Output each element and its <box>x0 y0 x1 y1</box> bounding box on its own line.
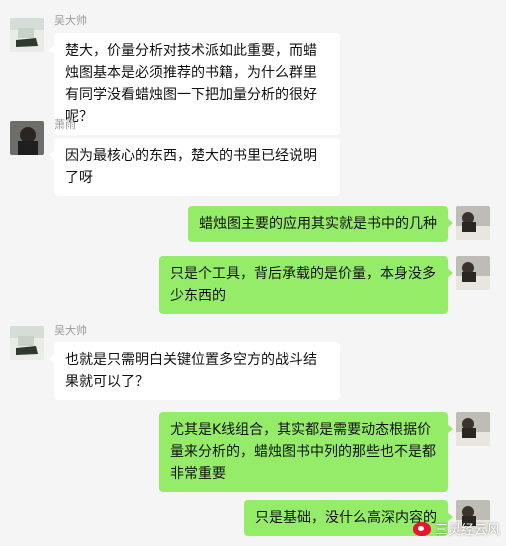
weibo-icon <box>412 521 431 536</box>
avatar-image <box>10 326 44 360</box>
watermark-text: 三灵经云风 <box>434 523 500 538</box>
sender-name: 吴大帅 <box>54 324 87 337</box>
avatar-image <box>10 18 44 52</box>
avatar-wudashuai[interactable] <box>10 326 44 360</box>
avatar-self[interactable] <box>456 256 490 290</box>
avatar-image <box>456 256 490 290</box>
avatar-self[interactable] <box>456 206 490 240</box>
avatar-wudashuai[interactable] <box>10 18 44 52</box>
message-bubble[interactable]: 尤其是K线组合，其实都是需要动态根据价量来分析的，蜡烛图书中列的那些也不是都非常… <box>159 412 453 492</box>
message-bubble[interactable]: 因为最核心的东西，楚大的书里已经说明了呀 <box>49 138 340 196</box>
avatar-image <box>10 121 44 155</box>
message-bubble[interactable]: 蜡烛图主要的应用其实就是书中的几种 <box>188 206 453 242</box>
message-bubble[interactable]: 只是个工具，背后承载的是价量，本身没多少东西的 <box>159 256 453 314</box>
avatar-image <box>456 412 490 446</box>
watermark: 三灵经云风 <box>412 519 500 538</box>
sender-name: 萧雨 <box>54 118 76 131</box>
message-bubble[interactable]: 楚大，价量分析对技术派如此重要，而蜡烛图基本是必须推荐的书籍，为什么群里有同学没… <box>49 33 340 135</box>
avatar-image <box>456 206 490 240</box>
sender-name: 吴大帅 <box>54 14 87 27</box>
avatar-self[interactable] <box>456 412 490 446</box>
message-bubble[interactable]: 也就是只需明白关键位置多空方的战斗结果就可以了？ <box>49 342 340 400</box>
avatar-xiaoyu[interactable] <box>10 121 44 155</box>
